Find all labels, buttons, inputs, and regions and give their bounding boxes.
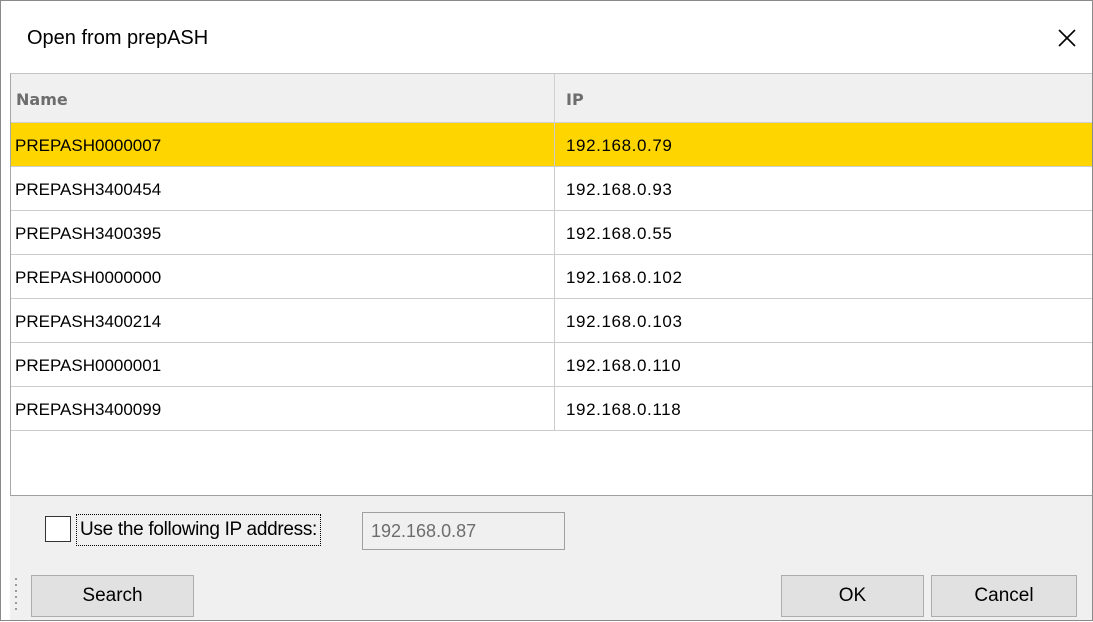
row-name-cell: PREPASH0000000 [15, 268, 162, 287]
column-divider [554, 343, 555, 386]
row-ip-cell: 192.168.0.102 [566, 268, 683, 287]
grip-handle-icon [14, 576, 18, 612]
table-row[interactable]: PREPASH3400099 192.168.0.118 [11, 387, 1092, 431]
close-icon [1058, 29, 1076, 47]
close-button[interactable] [1043, 17, 1089, 57]
column-divider [554, 255, 555, 298]
table-body: PREPASH0000007 192.168.0.79 PREPASH34004… [11, 123, 1092, 431]
row-ip-cell: 192.168.0.79 [566, 136, 673, 155]
column-header-ip[interactable]: IP [566, 74, 584, 122]
row-ip-cell: 192.168.0.110 [566, 356, 682, 375]
row-ip-cell: 192.168.0.103 [566, 312, 683, 331]
row-name-cell: PREPASH3400454 [15, 180, 162, 199]
column-divider [554, 167, 555, 210]
window-title: Open from prepASH [27, 27, 209, 49]
search-button[interactable]: Search [31, 575, 194, 617]
row-ip-cell: 192.168.0.118 [566, 400, 682, 419]
open-from-prepash-dialog: Open from prepASH Name IP PREPASH0000007… [0, 0, 1093, 621]
column-divider [554, 123, 555, 166]
row-ip-cell: 192.168.0.55 [566, 224, 673, 243]
device-table: Name IP PREPASH0000007 192.168.0.79 PREP… [10, 73, 1092, 496]
column-header-name[interactable]: Name [16, 74, 68, 122]
row-name-cell: PREPASH3400395 [15, 224, 162, 243]
table-row[interactable]: PREPASH0000007 192.168.0.79 [11, 123, 1092, 167]
use-ip-address-checkbox[interactable] [45, 516, 71, 542]
row-ip-cell: 192.168.0.93 [566, 180, 673, 199]
use-ip-address-label[interactable]: Use the following IP address: [76, 514, 322, 546]
ok-button[interactable]: OK [781, 575, 924, 617]
title-bar: Open from prepASH [1, 1, 1092, 73]
row-name-cell: PREPASH3400099 [15, 400, 162, 419]
row-name-cell: PREPASH0000007 [15, 136, 162, 155]
column-divider [554, 211, 555, 254]
table-row[interactable]: PREPASH3400454 192.168.0.93 [11, 167, 1092, 211]
table-row[interactable]: PREPASH3400214 192.168.0.103 [11, 299, 1092, 343]
bottom-panel: Use the following IP address: Search OK … [10, 495, 1092, 620]
column-divider [554, 299, 555, 342]
table-header: Name IP [11, 74, 1092, 123]
row-name-cell: PREPASH0000001 [15, 356, 162, 375]
row-name-cell: PREPASH3400214 [15, 312, 162, 331]
ip-address-input[interactable] [362, 512, 565, 550]
cancel-button[interactable]: Cancel [931, 575, 1077, 617]
column-divider [554, 387, 555, 430]
table-row[interactable]: PREPASH0000001 192.168.0.110 [11, 343, 1092, 387]
table-row[interactable]: PREPASH3400395 192.168.0.55 [11, 211, 1092, 255]
table-row[interactable]: PREPASH0000000 192.168.0.102 [11, 255, 1092, 299]
column-divider [554, 74, 555, 122]
